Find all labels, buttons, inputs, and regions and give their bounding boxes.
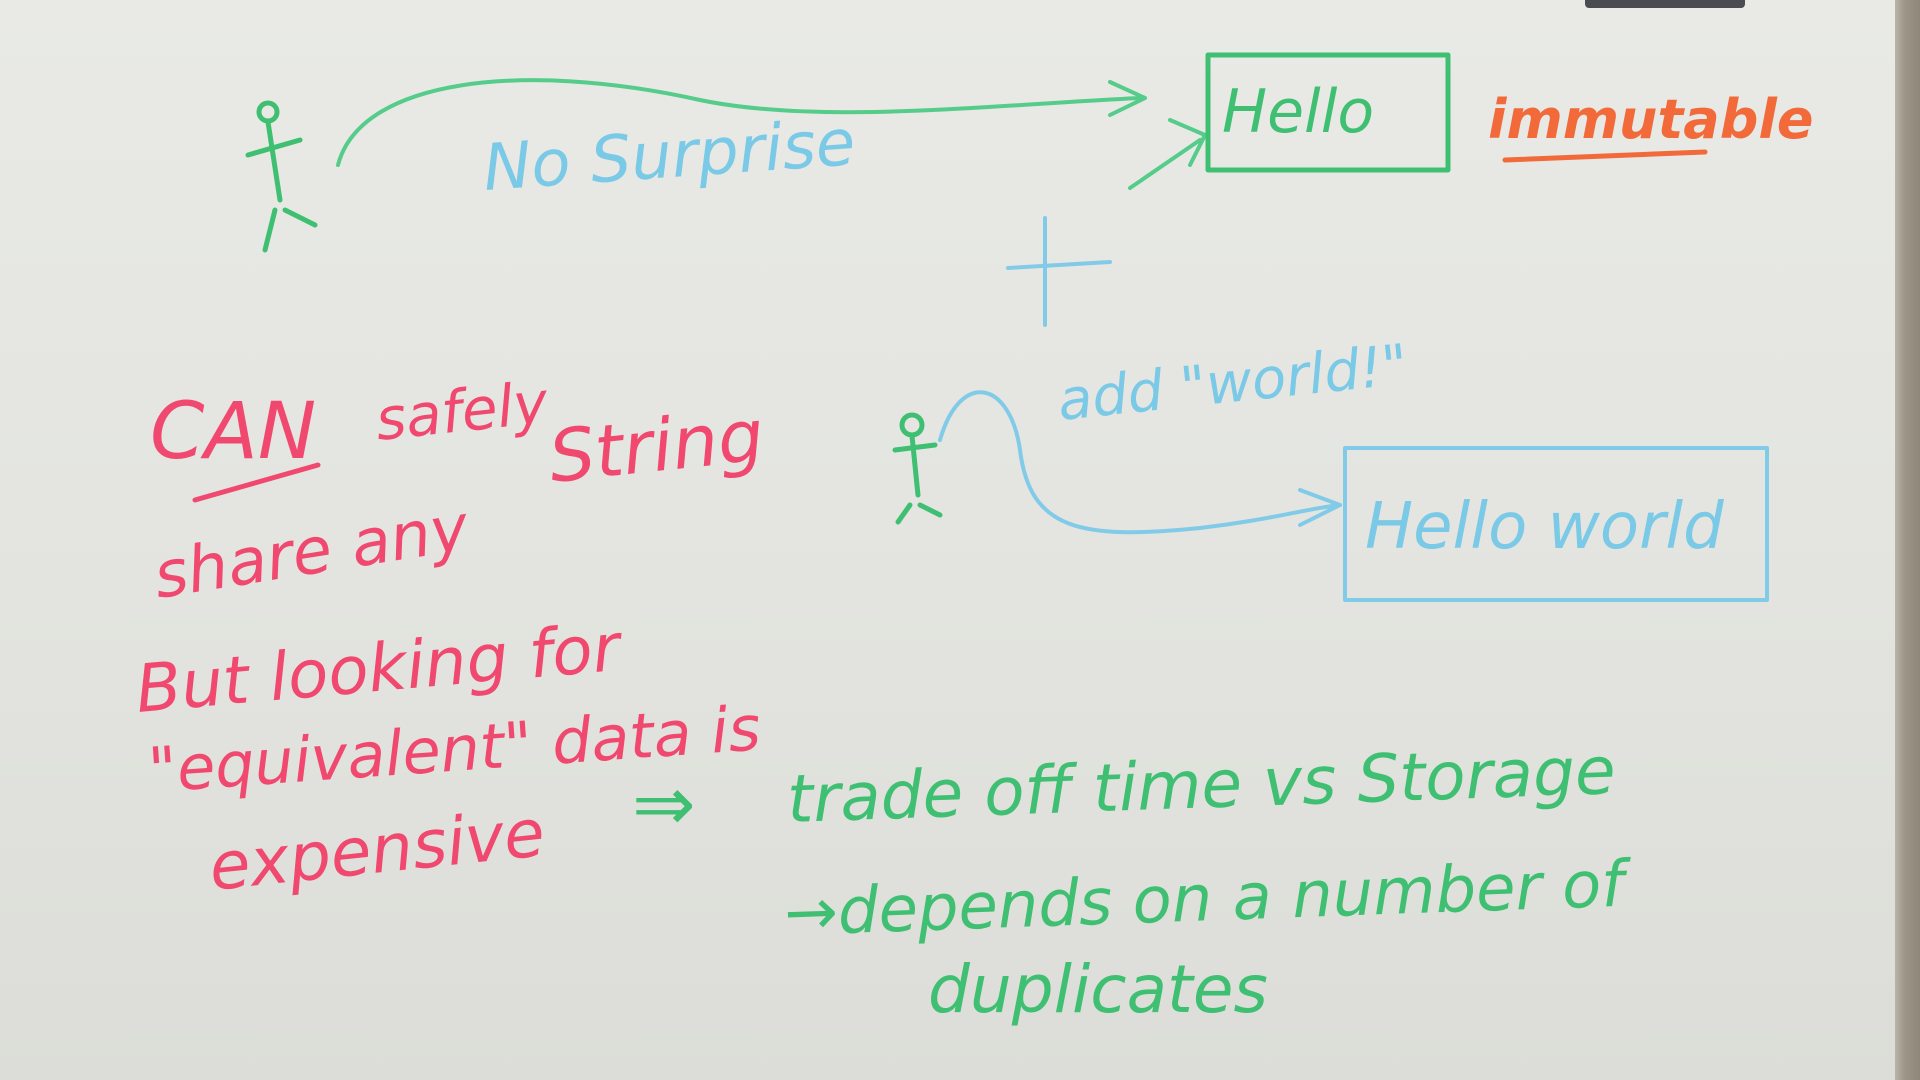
whiteboard-drawing: No Surprise Hello immutable add "world!"…	[133, 52, 1814, 1028]
note-depends-on: →depends on a number of	[783, 847, 1633, 951]
note-duplicates: duplicates	[928, 951, 1268, 1028]
arrow-label-no-surprise: No Surprise	[481, 106, 858, 206]
note-safely: safely	[372, 368, 551, 454]
note-can: CAN	[150, 387, 316, 477]
hello-box-text: Hello	[1222, 77, 1374, 147]
immutable-underline	[1502, 149, 1708, 163]
stick-figure-top	[245, 100, 318, 253]
arrow-into-hello	[1128, 118, 1207, 190]
implies-arrow: ⇒	[632, 759, 696, 848]
note-share-any: share any	[149, 491, 475, 614]
add-world-label: add "world!"	[1055, 333, 1411, 434]
note-expensive: expensive	[206, 794, 549, 906]
hello-world-box-text: Hello world	[1365, 490, 1724, 564]
stick-figure-middle	[892, 412, 943, 525]
immutable-note: immutable	[1488, 88, 1814, 151]
note-trade-off: trade off time vs Storage	[786, 732, 1617, 838]
note-string: String	[545, 393, 767, 499]
plus-sign	[1006, 216, 1112, 327]
